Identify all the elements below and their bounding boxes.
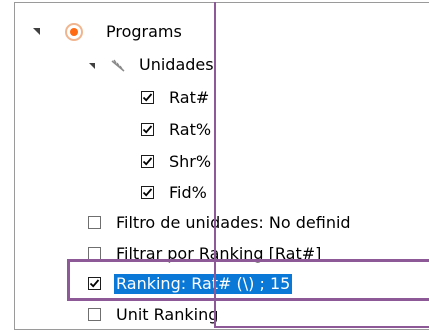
checkbox[interactable] [88, 216, 101, 229]
unit-label: Rat# [169, 88, 210, 107]
checkbox[interactable] [88, 247, 101, 260]
collapse-arrow-icon[interactable] [33, 28, 40, 35]
ranking-item-selected[interactable]: Ranking: Rat# (\) ; 15 [15, 273, 429, 295]
filter-label: Filtro de unidades: No definid [116, 213, 351, 232]
tree-view[interactable]: Programs Unidades Rat# Rat% Shr% Fid% Fi… [14, 2, 429, 330]
checkmark-icon [142, 188, 153, 197]
unit-item-fid-pct[interactable]: Fid% [15, 183, 315, 203]
checkmark-icon [142, 125, 153, 134]
checkbox[interactable] [141, 91, 154, 104]
unit-item-shr-pct[interactable]: Shr% [15, 152, 315, 172]
checkbox[interactable] [141, 186, 154, 199]
filter-item-unit-ranking[interactable]: Unit Ranking [15, 305, 429, 325]
collapse-arrow-icon[interactable] [89, 63, 95, 69]
unit-label: Shr% [169, 152, 212, 171]
tree-node-label: Programs [106, 22, 182, 41]
filter-label: Filtrar por Ranking [Rat#] [116, 244, 322, 263]
filter-item-unidades[interactable]: Filtro de unidades: No definid [15, 213, 429, 233]
checkmark-icon [142, 157, 153, 166]
unit-item-rat-hash[interactable]: Rat# [15, 88, 315, 108]
checkmark-icon [142, 93, 153, 102]
tree-node-label: Unidades [139, 55, 214, 74]
unit-label: Rat% [169, 120, 212, 139]
filter-label: Unit Ranking [116, 305, 219, 324]
checkbox[interactable] [141, 155, 154, 168]
unit-item-rat-pct[interactable]: Rat% [15, 120, 315, 140]
checkbox[interactable] [88, 308, 101, 321]
checkmark-icon [89, 279, 100, 288]
filter-item-ranking[interactable]: Filtrar por Ranking [Rat#] [15, 244, 429, 264]
tree-node-unidades[interactable]: Unidades [15, 55, 315, 75]
ranking-label: Ranking: Rat# (\) ; 15 [114, 274, 293, 294]
checkbox[interactable] [88, 277, 101, 290]
units-group-icon [111, 58, 125, 78]
tree-node-programs[interactable]: Programs [15, 22, 315, 42]
unit-label: Fid% [169, 183, 207, 202]
checkbox[interactable] [141, 123, 154, 136]
radio-orange-icon [65, 23, 83, 41]
